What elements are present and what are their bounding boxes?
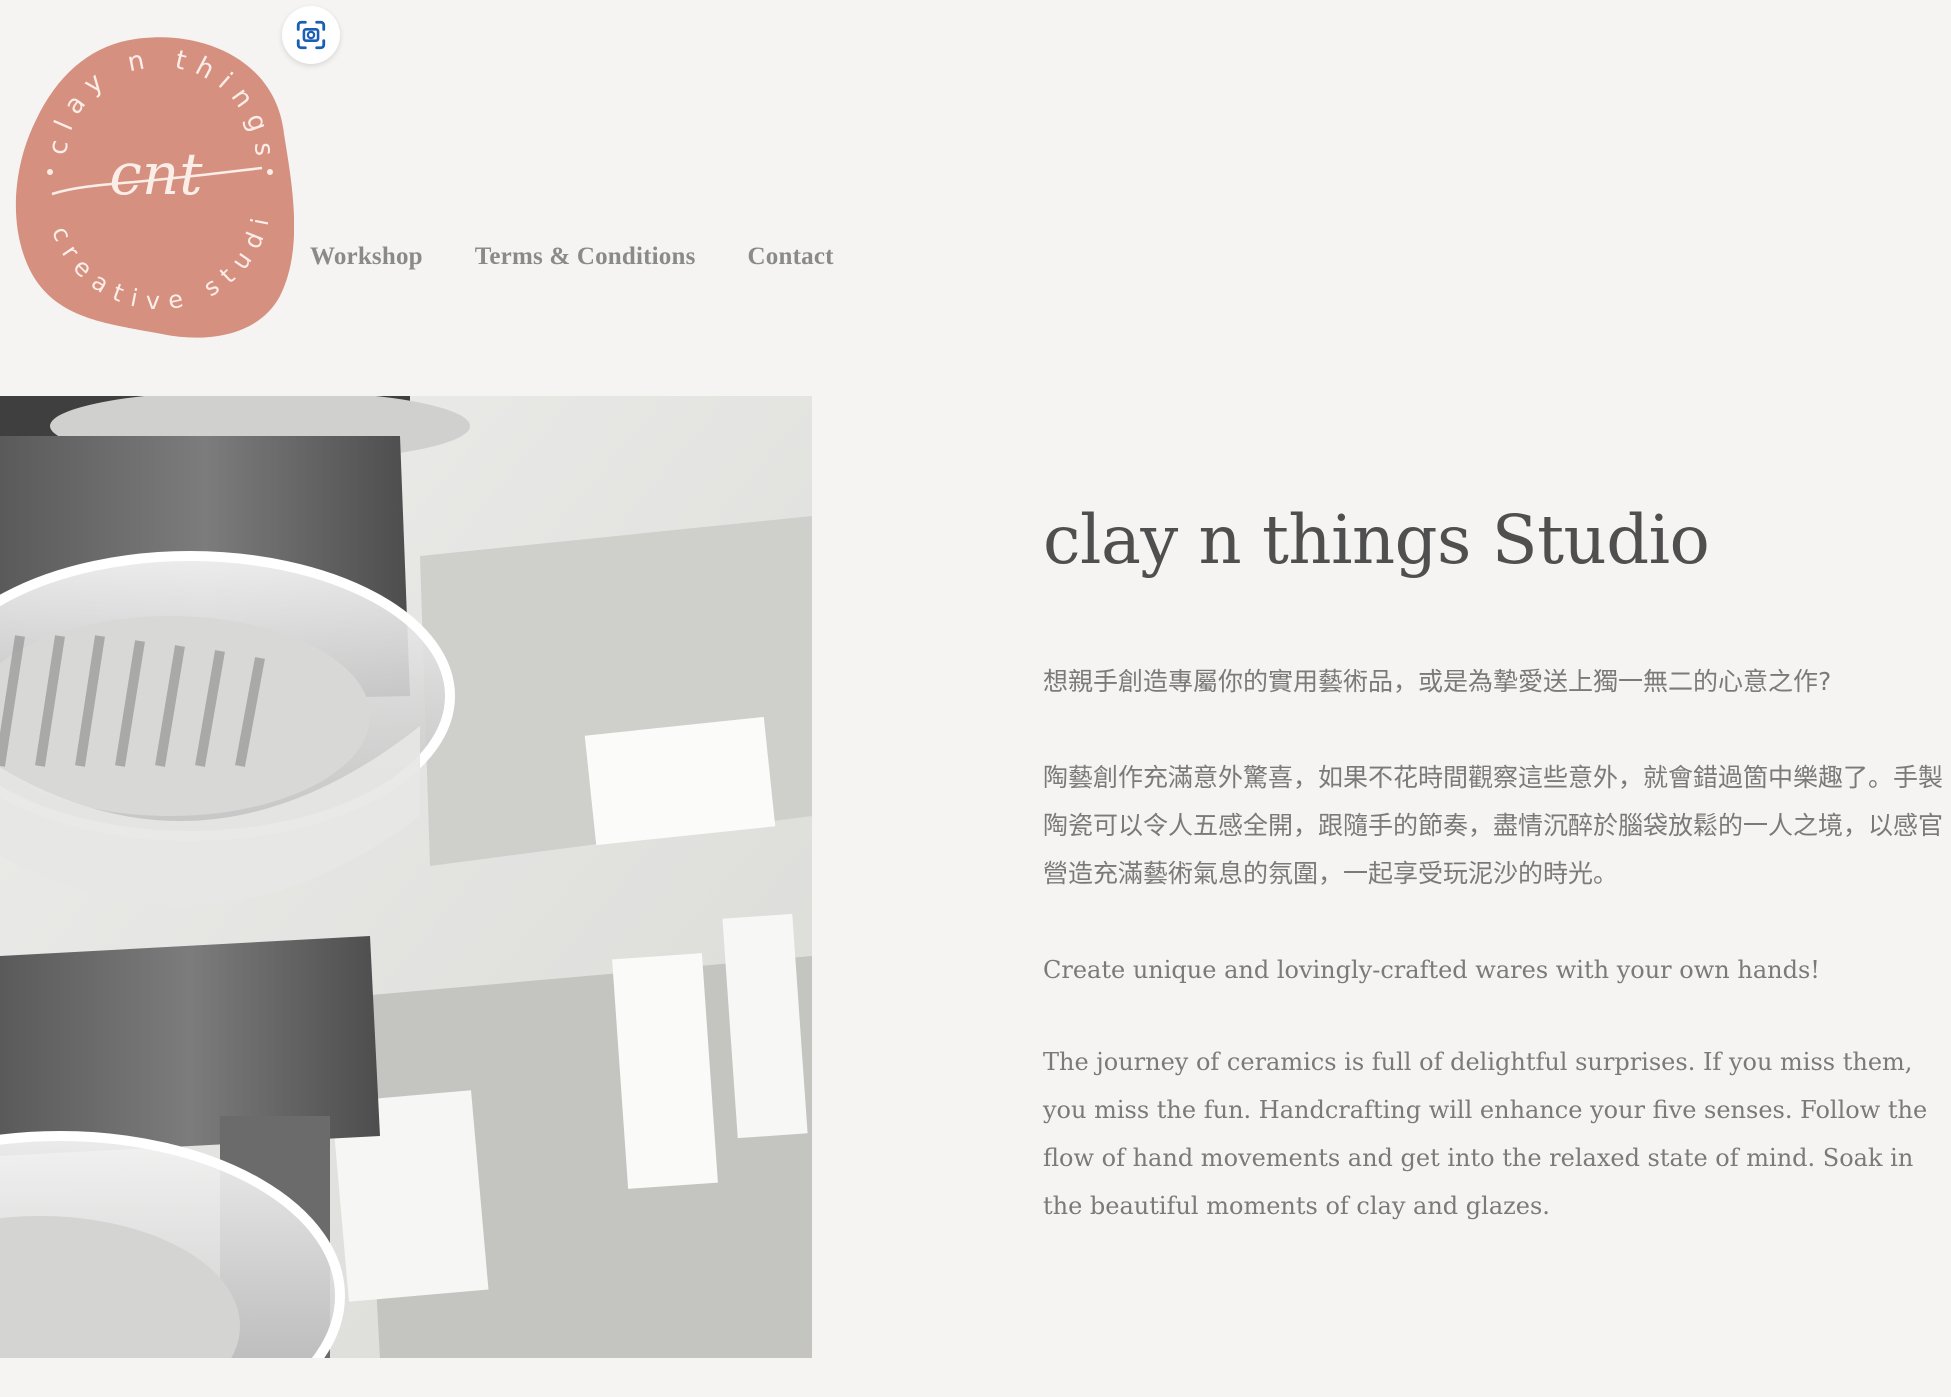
nav-link-workshop[interactable]: Workshop (310, 243, 423, 271)
hero-photo-pottery-tools (0, 396, 812, 1358)
studio-intro-section: clay n things Studio 想親手創造專屬你的實用藝術品，或是為摯… (1043, 494, 1943, 1230)
screenshot-capture-button[interactable] (282, 6, 340, 64)
nav-link-terms-conditions[interactable]: Terms & Conditions (475, 243, 696, 271)
nav-link-contact[interactable]: Contact (748, 243, 834, 271)
logo-badge: clay n things creative studio cnt (14, 34, 294, 338)
intro-paragraph-zh-1: 想親手創造專屬你的實用藝術品，或是為摯愛送上獨一無二的心意之作? (1043, 667, 1832, 696)
page-title: clay n things Studio (1043, 501, 1710, 579)
intro-paragraph-en-2: The journey of ceramics is full of delig… (1043, 1048, 1928, 1220)
screenshot-focus-icon (296, 20, 326, 50)
intro-paragraph-en-1: Create unique and lovingly-crafted wares… (1043, 956, 1820, 984)
main-navigation: Workshop Terms & Conditions Contact (310, 236, 886, 278)
intro-paragraph-zh-2: 陶藝創作充滿意外驚喜，如果不花時間觀察這些意外，就會錯過箇中樂趣了。手製陶瓷可以… (1043, 763, 1944, 888)
logo-monogram: cnt (109, 140, 203, 208)
studio-logo[interactable]: clay n things creative studio cnt (14, 34, 294, 340)
